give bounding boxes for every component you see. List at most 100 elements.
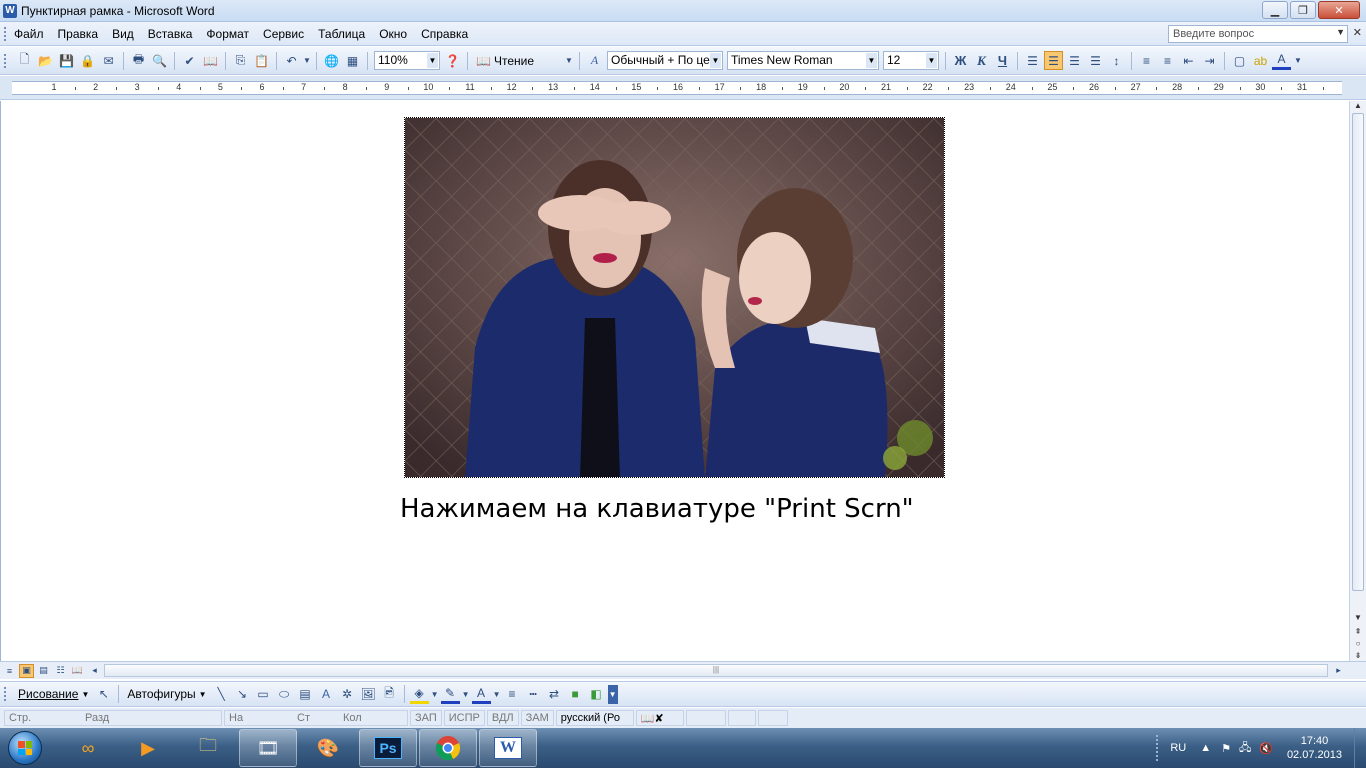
inserted-photo[interactable] (404, 117, 945, 478)
autoshapes-menu-button[interactable]: Автофигуры ▼ (127, 687, 206, 701)
document-close-icon[interactable]: ✕ (1353, 26, 1362, 39)
save-icon[interactable]: 💾 (57, 51, 76, 70)
menu-format[interactable]: Формат (206, 27, 249, 41)
toolbar-grip[interactable] (4, 26, 8, 41)
reading-view-icon[interactable]: 📖 (70, 664, 85, 678)
start-button[interactable] (0, 728, 50, 768)
bold-button[interactable]: Ж (951, 51, 970, 70)
film-app-icon[interactable]: 🎞 (239, 729, 297, 767)
fill-color-dropdown-icon[interactable]: ▼ (431, 685, 439, 704)
line-spacing-icon[interactable]: ↕ (1107, 51, 1126, 70)
help-search-input[interactable]: Введите вопрос ▼ (1168, 25, 1348, 43)
minimize-button[interactable]: ▁ (1262, 1, 1288, 19)
status-trk[interactable]: ИСПР (443, 710, 485, 726)
status-page-section[interactable]: Стр. Разд (4, 710, 222, 726)
maximize-button[interactable]: ❐ (1290, 1, 1316, 19)
scroll-right-icon[interactable]: ▸ (1331, 664, 1346, 678)
document-caption[interactable]: Нажимаем на клавиатуре "Print Scrn" (400, 494, 914, 524)
print-preview-icon[interactable]: 🔍 (150, 51, 169, 70)
status-language[interactable]: русский (Ро (555, 710, 634, 726)
horizontal-scroll-thumb[interactable]: ||| (105, 665, 1327, 676)
toolbar-options-icon[interactable]: ▼ (1293, 51, 1303, 70)
toolbar-grip[interactable] (4, 53, 8, 68)
status-position[interactable]: На Ст Кол (224, 710, 408, 726)
research-icon[interactable]: 📖 (201, 51, 220, 70)
table-icon[interactable]: ▦ (343, 51, 362, 70)
scroll-left-icon[interactable]: ◂ (87, 664, 102, 678)
arrow-style-icon[interactable]: ⇄ (545, 685, 564, 704)
shadow-icon[interactable]: ■ (566, 685, 585, 704)
reading-layout-button[interactable]: 📖 Чтение (476, 54, 534, 68)
media-player-icon[interactable]: ▶ (119, 729, 177, 767)
line-color-dropdown-icon[interactable]: ▼ (462, 685, 470, 704)
paste-icon[interactable]: 📋 (252, 51, 271, 70)
drawing-menu-button[interactable]: Рисование ▼ (18, 687, 89, 701)
spelling-icon[interactable]: ✔ (180, 51, 199, 70)
next-page-icon[interactable]: ⇟ (1350, 651, 1366, 660)
borders-icon[interactable]: ▢ (1230, 51, 1249, 70)
rectangle-icon[interactable]: ▭ (254, 685, 273, 704)
insert-picture-icon[interactable]: 🖻 (380, 685, 399, 704)
numbered-list-icon[interactable]: ≡ (1137, 51, 1156, 70)
scroll-up-icon[interactable]: ▲ (1350, 101, 1366, 110)
underline-button[interactable]: Ч (993, 51, 1012, 70)
fill-color-icon[interactable]: ◈ (409, 685, 429, 704)
dash-style-icon[interactable]: ┅ (524, 685, 543, 704)
show-hidden-icons-icon[interactable]: ▲ (1200, 742, 1211, 754)
menu-help[interactable]: Справка (421, 27, 468, 41)
copy-icon[interactable]: ⎘ (231, 51, 250, 70)
permission-icon[interactable]: 🔒 (78, 51, 97, 70)
zoom-select[interactable]: 110% ▼ (374, 51, 440, 70)
horizontal-ruler[interactable]: 1 2 3 4 5 6 7 8 9 10 11 12 13 14 15 16 17 18 19 20 21 22 23 24 2… (0, 76, 1366, 100)
language-indicator[interactable]: RU (1170, 742, 1186, 754)
arrow-icon[interactable]: ↘ (233, 685, 252, 704)
oval-icon[interactable]: ⬭ (275, 685, 294, 704)
browse-object-icon[interactable]: ○ (1350, 639, 1366, 648)
email-icon[interactable]: ✉ (99, 51, 118, 70)
font-size-select[interactable]: 12 ▼ (883, 51, 939, 70)
toolbar-options-icon[interactable]: ▼ (607, 684, 618, 704)
toolbar-options-icon[interactable]: ▼ (564, 51, 574, 70)
menu-table[interactable]: Таблица (318, 27, 365, 41)
menu-tools[interactable]: Сервис (263, 27, 304, 41)
chrome-icon[interactable] (419, 729, 477, 767)
justify-icon[interactable]: ☰ (1086, 51, 1105, 70)
explorer-folder-icon[interactable]: 🗀 (179, 729, 237, 767)
align-left-icon[interactable]: ☰ (1023, 51, 1042, 70)
spelling-status-icon[interactable]: 📖✘ (635, 710, 684, 726)
font-color-icon[interactable]: A (471, 685, 491, 704)
open-folder-icon[interactable]: 📂 (36, 51, 55, 70)
align-center-icon[interactable]: ☰ (1044, 51, 1063, 70)
status-ovr[interactable]: ЗАМ (520, 710, 554, 726)
line-icon[interactable]: ╲ (212, 685, 231, 704)
menu-file[interactable]: Файл (14, 27, 44, 41)
show-desktop-button[interactable] (1354, 728, 1366, 768)
scroll-down-icon[interactable]: ▼ (1350, 613, 1366, 622)
select-objects-icon[interactable]: ↖ (94, 685, 113, 704)
undo-icon[interactable]: ↶ (282, 51, 301, 70)
bullet-list-icon[interactable]: ≡ (1158, 51, 1177, 70)
menu-view[interactable]: Вид (112, 27, 134, 41)
menu-window[interactable]: Окно (379, 27, 407, 41)
menu-edit[interactable]: Правка (58, 27, 99, 41)
decrease-indent-icon[interactable]: ⇤ (1179, 51, 1198, 70)
line-style-icon[interactable]: ≡ (503, 685, 522, 704)
font-color-icon[interactable]: A (1272, 51, 1291, 70)
highlight-icon[interactable]: ab (1251, 51, 1270, 70)
paint-icon[interactable]: 🎨 (299, 729, 357, 767)
wordart-icon[interactable]: A (317, 685, 336, 704)
line-color-icon[interactable]: ✎ (440, 685, 460, 704)
volume-muted-icon[interactable]: 🔇 (1259, 742, 1273, 755)
word-taskbar-icon[interactable]: W (479, 729, 537, 767)
status-ext[interactable]: ВДЛ (486, 710, 519, 726)
network-icon[interactable]: 🖧 (1239, 739, 1251, 758)
web-layout-icon[interactable]: ▣ (19, 663, 34, 678)
text-box-icon[interactable]: ▤ (296, 685, 315, 704)
horizontal-scrollbar[interactable]: ||| (104, 664, 1328, 677)
menu-insert[interactable]: Вставка (148, 27, 193, 41)
toolbar-grip[interactable] (4, 687, 8, 701)
print-layout-icon[interactable]: ▤ (36, 664, 51, 678)
close-button[interactable]: ✕ (1318, 1, 1360, 19)
help-icon[interactable]: ❓ (443, 51, 462, 70)
taskbar-app-1-icon[interactable]: ∞ (59, 729, 117, 767)
